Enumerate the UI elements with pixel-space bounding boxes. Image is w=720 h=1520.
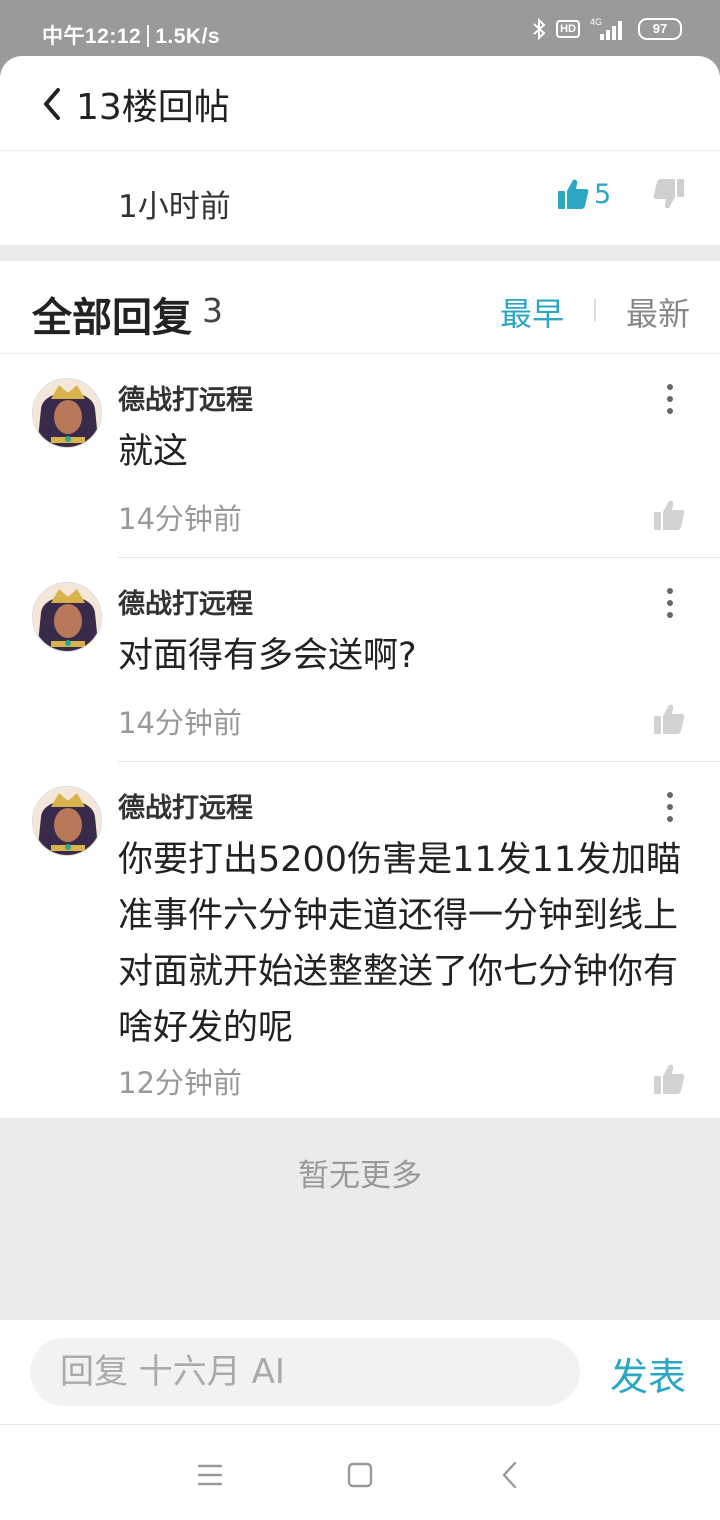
comment-username[interactable]: 德战打远程 (118, 582, 253, 621)
comment-time: 14分钟前 (118, 502, 242, 536)
section-gap (0, 245, 720, 261)
more-vertical-icon[interactable] (664, 586, 676, 620)
no-more-area: 暂无更多 (0, 1118, 720, 1320)
comment-text: 对面得有多会送啊? (118, 636, 417, 676)
no-more-label: 暂无更多 (298, 1158, 422, 1194)
post-meta: 1小时前 5 (0, 151, 720, 245)
avatar[interactable] (32, 378, 102, 448)
home-icon[interactable] (340, 1455, 380, 1495)
sort-newest-tab[interactable]: 最新 (626, 289, 690, 335)
post-like-count: 5 (594, 178, 612, 210)
sort-earliest-tab[interactable]: 最早 (500, 289, 564, 335)
reply-input[interactable] (30, 1338, 580, 1406)
comment-item: 德战打远程 你要打出5200伤害是11发11发加瞄准事件六分钟走道还得一分钟到线… (0, 762, 720, 1118)
page-title: 13楼回帖 (76, 87, 230, 128)
comment-text: 你要打出5200伤害是11发11发加瞄准事件六分钟走道还得一分钟到线上对面就开始… (118, 840, 682, 1048)
thumbs-up-icon (558, 179, 589, 209)
avatar[interactable] (32, 582, 102, 652)
comment-time: 12分钟前 (118, 1066, 242, 1100)
thumbs-up-icon[interactable] (652, 498, 686, 532)
comment-item: 德战打远程 就这 14分钟前 (0, 354, 720, 558)
more-vertical-icon[interactable] (664, 790, 676, 824)
net-label: 4G (590, 17, 602, 27)
status-separator (147, 25, 150, 47)
status-left: 中午12:12 1.5K/s (42, 20, 220, 50)
reply-sheet: 13楼回帖 1小时前 5 全部回复 3 最早 最新 德战打远程 就这 14分钟前… (0, 56, 720, 1520)
battery-indicator: 97 (638, 18, 682, 40)
thumbs-up-icon[interactable] (652, 1062, 686, 1096)
header: 13楼回帖 (0, 56, 720, 151)
status-time: 中午12:12 (42, 25, 142, 48)
back-icon[interactable] (38, 84, 66, 124)
post-time: 1小时前 (118, 189, 231, 225)
sort-divider (594, 299, 596, 321)
signal-icon: 4G (590, 17, 622, 40)
replies-header: 全部回复 3 最早 最新 (0, 261, 720, 354)
reply-bar: 发表 (0, 1320, 720, 1425)
back-nav-icon[interactable] (490, 1455, 530, 1495)
status-right: HD 4G 97 (532, 16, 682, 42)
status-bar: 中午12:12 1.5K/s HD 4G 97 (0, 0, 720, 56)
send-button[interactable]: 发表 (610, 1346, 686, 1401)
status-speed: 1.5K/s (155, 25, 221, 48)
bluetooth-icon (533, 17, 546, 41)
more-vertical-icon[interactable] (664, 382, 676, 416)
comment-username[interactable]: 德战打远程 (118, 378, 253, 417)
comment-username[interactable]: 德战打远程 (118, 786, 253, 825)
comment-text: 就这 (118, 432, 189, 472)
system-nav-bar (0, 1425, 720, 1520)
comment-item: 德战打远程 对面得有多会送啊? 14分钟前 (0, 558, 720, 762)
menu-icon[interactable] (190, 1455, 230, 1495)
hd-badge: HD (556, 20, 580, 38)
thumbs-down-icon[interactable] (652, 177, 686, 211)
replies-title: 全部回复 (32, 295, 192, 341)
avatar[interactable] (32, 786, 102, 856)
replies-count: 3 (202, 291, 223, 330)
post-like-button[interactable]: 5 (556, 177, 611, 211)
comment-time: 14分钟前 (118, 706, 242, 740)
thumbs-up-icon[interactable] (652, 702, 686, 736)
